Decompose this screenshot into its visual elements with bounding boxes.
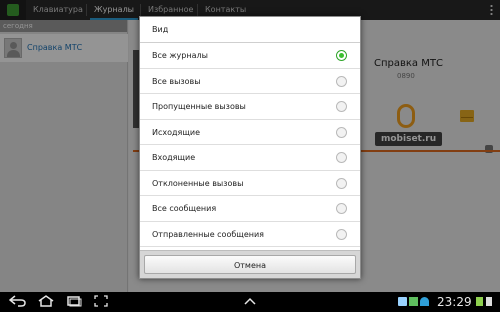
radio-icon[interactable] xyxy=(336,152,347,163)
option-label: Входящие xyxy=(152,153,196,162)
option-missed-calls[interactable]: Пропущенные вызовы xyxy=(140,94,360,120)
option-label: Все вызовы xyxy=(152,76,201,86)
signal-icon xyxy=(476,297,483,306)
radio-icon[interactable] xyxy=(336,203,347,214)
option-label: Все журналы xyxy=(152,51,208,60)
radio-icon[interactable] xyxy=(336,75,347,87)
option-label: Все сообщения xyxy=(152,204,217,213)
option-sent-messages[interactable]: Отправленные сообщения xyxy=(140,222,360,247)
option-label: Отклоненные вызовы xyxy=(152,178,244,188)
system-bar: 23:29 xyxy=(0,292,500,312)
radio-icon[interactable] xyxy=(336,228,347,240)
option-label: Пропущенные вызовы xyxy=(152,102,246,111)
option-all-messages[interactable]: Все сообщения xyxy=(140,196,360,222)
home-icon[interactable] xyxy=(36,295,56,309)
back-icon[interactable] xyxy=(8,295,28,309)
radio-checked-icon[interactable] xyxy=(336,50,347,61)
wifi-icon xyxy=(420,297,429,306)
view-filter-dialog: Вид Все журналы Все вызовы Пропущенные в… xyxy=(139,16,361,279)
dialog-title: Вид xyxy=(140,17,360,43)
download-icon xyxy=(409,297,418,306)
menu-up-icon[interactable] xyxy=(240,295,260,309)
option-label: Отправленные сообщения xyxy=(152,229,264,239)
option-all-logs[interactable]: Все журналы xyxy=(140,43,360,69)
option-label: Исходящие xyxy=(152,127,201,137)
battery-icon xyxy=(486,297,492,306)
screenshot-icon[interactable] xyxy=(92,295,110,309)
radio-icon[interactable] xyxy=(336,177,347,189)
option-incoming[interactable]: Входящие xyxy=(140,145,360,171)
usb-icon xyxy=(398,297,407,306)
recent-apps-icon[interactable] xyxy=(64,295,84,309)
clock: 23:29 xyxy=(437,295,472,309)
option-all-calls[interactable]: Все вызовы xyxy=(140,69,360,94)
radio-icon[interactable] xyxy=(336,101,347,112)
cancel-button[interactable]: Отмена xyxy=(144,255,356,274)
options-list[interactable]: Все журналы Все вызовы Пропущенные вызов… xyxy=(140,43,360,252)
dialog-footer: Отмена xyxy=(140,250,360,278)
option-outgoing[interactable]: Исходящие xyxy=(140,120,360,145)
radio-icon[interactable] xyxy=(336,126,347,138)
option-rejected-calls[interactable]: Отклоненные вызовы xyxy=(140,171,360,196)
